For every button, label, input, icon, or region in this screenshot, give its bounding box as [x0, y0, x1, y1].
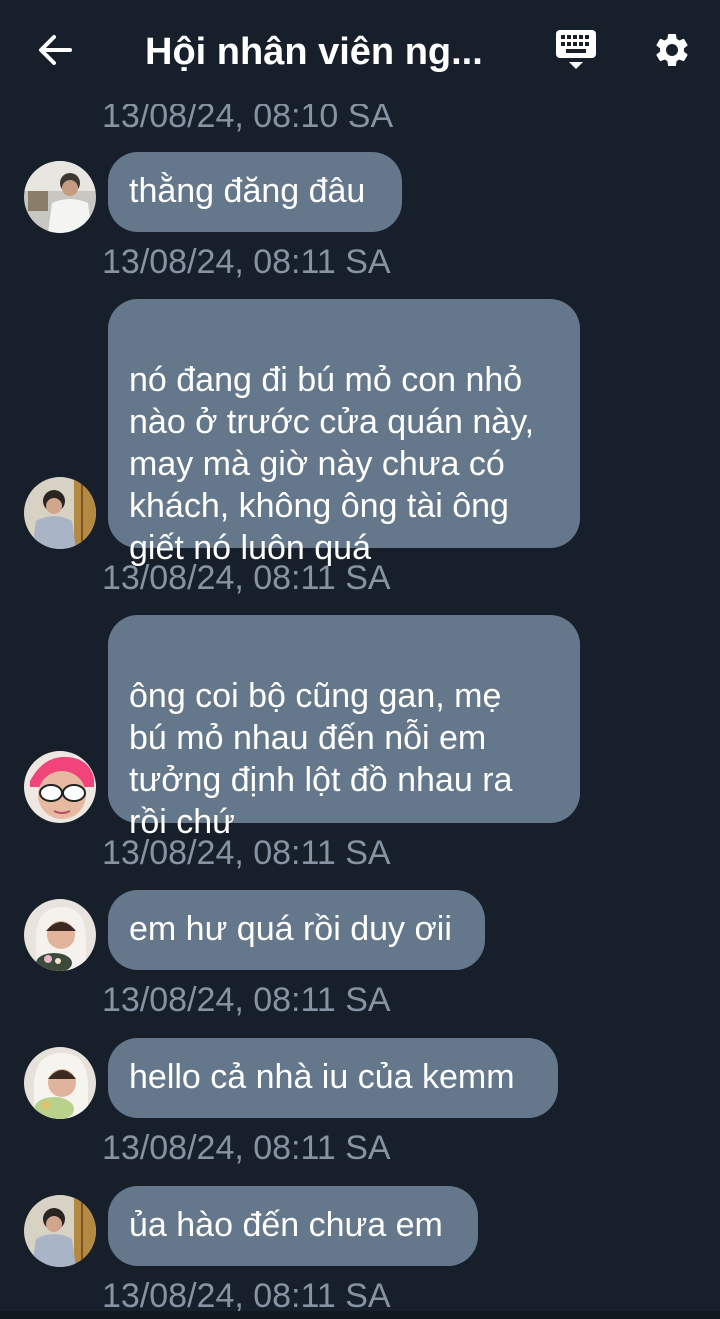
avatar[interactable] — [24, 1195, 96, 1267]
keyboard-icon — [555, 28, 597, 77]
message-timestamp: 13/08/24, 08:11 SA — [102, 834, 391, 872]
message-bubble[interactable]: em hư quá rồi duy ơii — [108, 890, 485, 970]
message-bubble[interactable]: ông coi bộ cũng gan, mẹ bú mỏ nhau đến n… — [108, 615, 580, 841]
chat-screen: 13/08/24, 08:10 SA thằng đăng đâu 13/08/… — [0, 0, 720, 1319]
message-timestamp: 13/08/24, 08:11 SA — [102, 243, 391, 281]
message-text: hello cả nhà iu của kemm — [129, 1058, 515, 1096]
message-text: ủa hào đến chưa em — [129, 1206, 443, 1244]
message-text: thằng đăng đâu — [129, 172, 366, 210]
message-list[interactable]: 13/08/24, 08:10 SA thằng đăng đâu 13/08/… — [0, 0, 720, 1319]
settings-button[interactable] — [644, 24, 700, 80]
top-bar: Hội nhân viên ng... — [0, 0, 720, 104]
message-bubble[interactable]: thằng đăng đâu — [108, 152, 402, 232]
keyboard-button[interactable] — [548, 26, 604, 78]
message-timestamp: 13/08/24, 08:11 SA — [102, 981, 391, 1019]
avatar[interactable] — [24, 899, 96, 971]
message-timestamp: 13/08/24, 08:11 SA — [102, 1277, 391, 1315]
chat-title: Hội nhân viên ng... — [145, 31, 483, 73]
avatar[interactable] — [24, 477, 96, 549]
message-text: nó đang đi bú mỏ con nhỏ nào ở trước cửa… — [129, 361, 535, 567]
message-timestamp: 13/08/24, 08:11 SA — [102, 559, 391, 597]
avatar[interactable] — [24, 1047, 96, 1119]
message-bubble[interactable]: hello cả nhà iu của kemm — [108, 1038, 558, 1118]
bottom-edge — [0, 1311, 720, 1319]
message-text: ông coi bộ cũng gan, mẹ bú mỏ nhau đến n… — [129, 677, 513, 841]
avatar[interactable] — [24, 161, 96, 233]
avatar[interactable] — [24, 751, 96, 823]
arrow-left-icon — [37, 34, 73, 71]
message-bubble[interactable]: nó đang đi bú mỏ con nhỏ nào ở trước cửa… — [108, 299, 580, 567]
message-text: em hư quá rồi duy ơii — [129, 910, 452, 948]
message-timestamp: 13/08/24, 08:11 SA — [102, 1129, 391, 1167]
back-button[interactable] — [26, 28, 84, 76]
gear-icon — [652, 30, 692, 75]
message-bubble[interactable]: ủa hào đến chưa em — [108, 1186, 478, 1266]
